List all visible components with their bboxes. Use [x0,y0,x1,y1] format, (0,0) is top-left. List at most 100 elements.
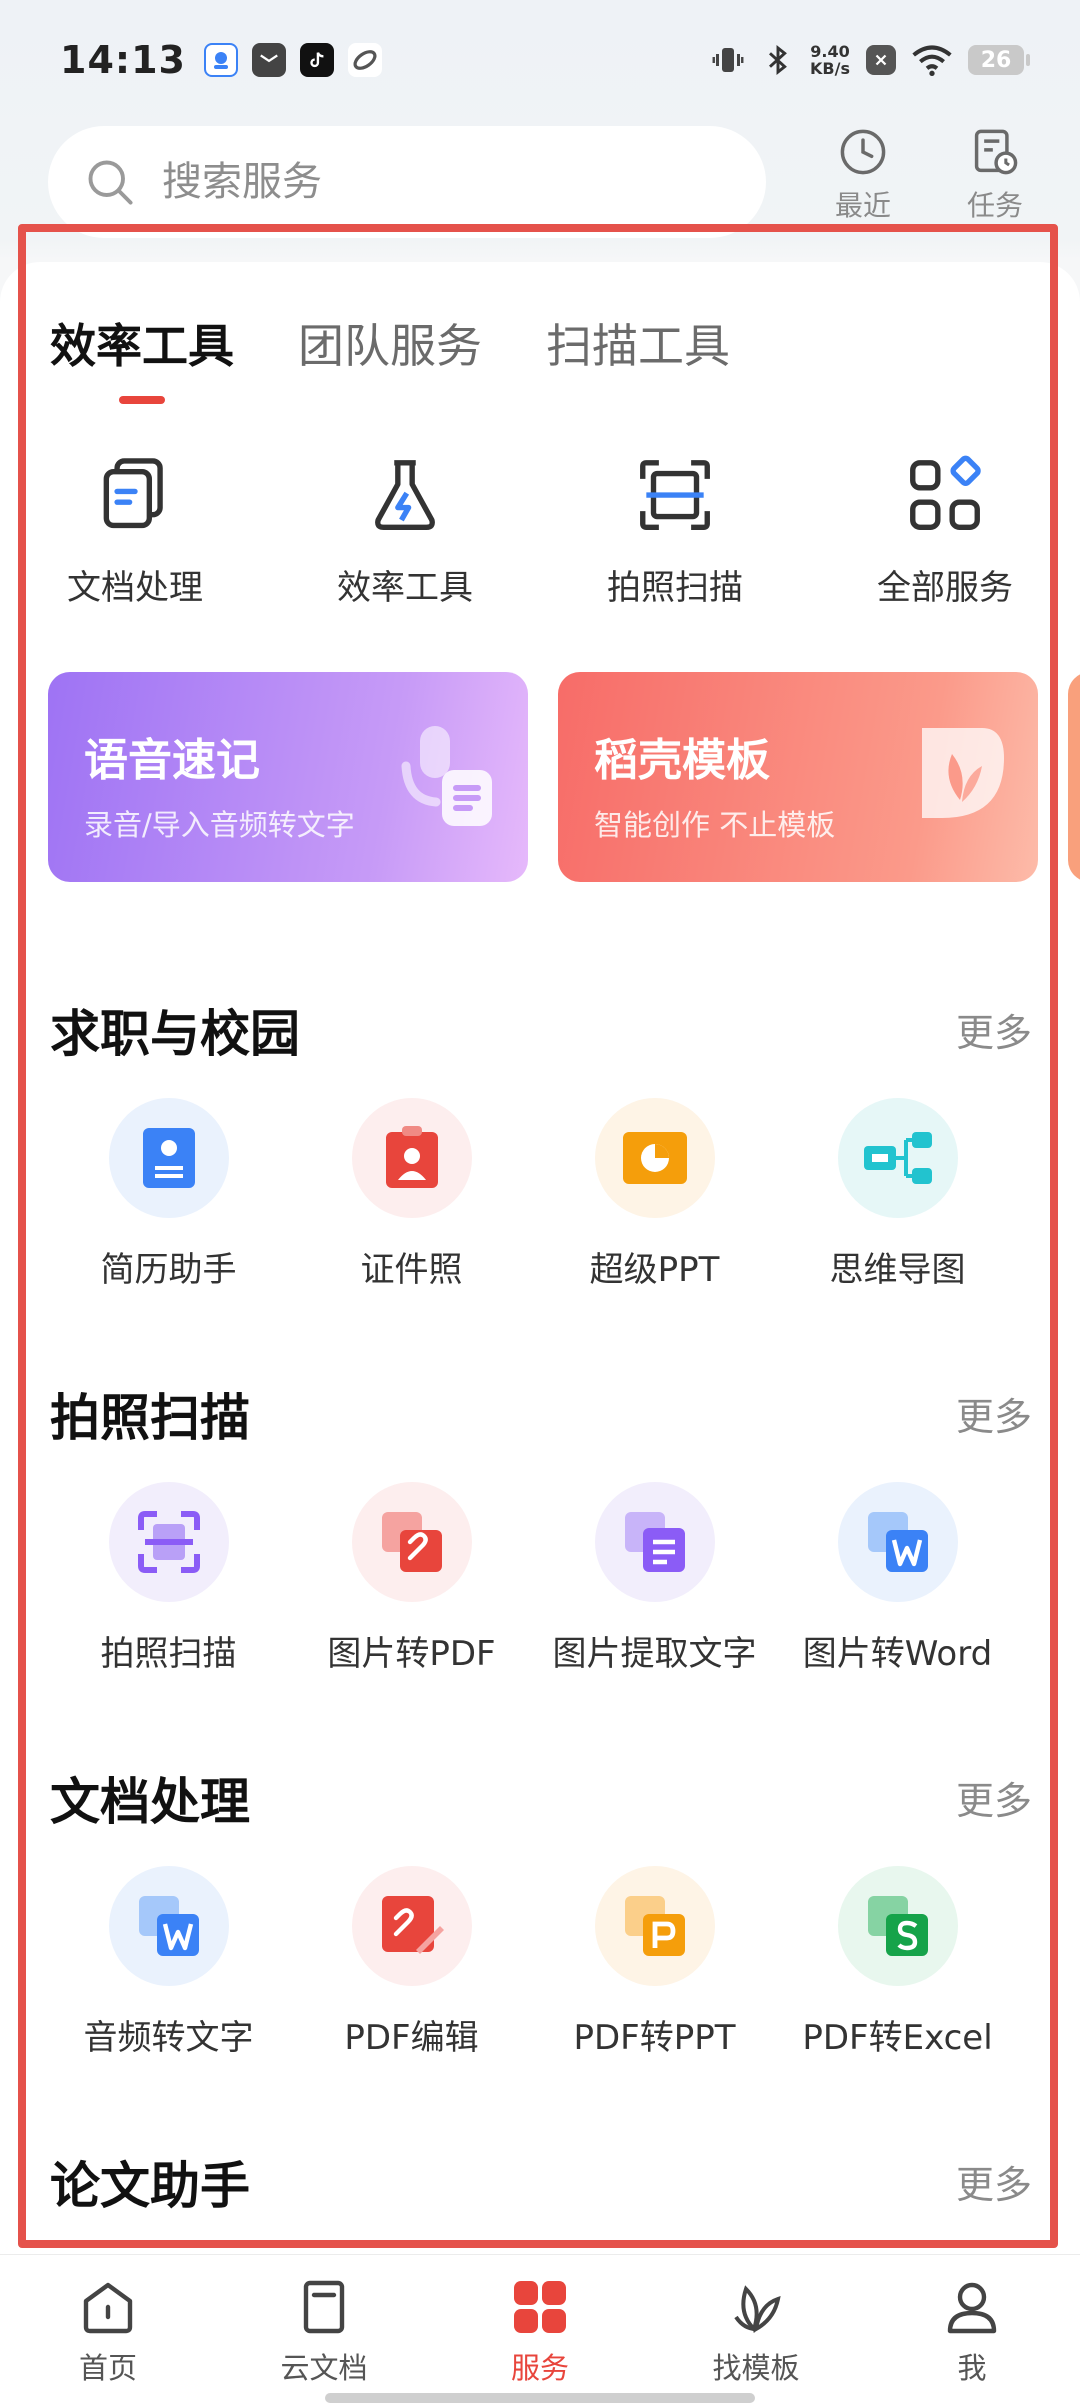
tiktok-icon [299,43,334,77]
bottom-nav: 首页 云文档 服务 找模板 我 [0,2254,1080,2408]
service-image-to-pdf[interactable]: 图片转PDF [290,1482,533,1675]
net-speed: 9.40 KB/s [810,43,850,77]
status-app-icons [203,43,382,77]
banner-docer-templates[interactable]: 稻壳模板 智能创作 不止模板 [558,672,1038,882]
net-speed-value: 9.40 [810,42,850,61]
service-pdf-to-ppt[interactable]: PDF转PPT [533,1866,776,2059]
service-row: 简历助手 证件照 超级PPT 思维导图 [0,1098,1080,1291]
quick-tool-label: 效率工具 [337,568,473,608]
nav-label: 我 [957,2351,987,2385]
task-list-icon [974,129,1018,175]
image-to-word-icon [837,1482,958,1602]
vibrate-icon [712,48,744,72]
tab-team-services[interactable]: 团队服务 [298,310,482,404]
nav-cloud-docs[interactable]: 云文档 [216,2255,432,2408]
recent-button[interactable]: 最近 [818,126,908,224]
service-label: 图片转Word [802,1634,993,1674]
pdf-to-excel-icon [837,1866,958,1986]
service-audio-to-text[interactable]: 音频转文字 [47,1866,290,2059]
service-label: 图片提取文字 [552,1634,757,1674]
image-to-pdf-icon [351,1482,472,1602]
document-stack-icon [103,458,163,529]
mindmap-icon [837,1098,958,1218]
quick-tool-label: 全部服务 [877,568,1013,608]
quick-tool-all-services[interactable]: 全部服务 [810,452,1080,609]
service-mind-map[interactable]: 思维导图 [776,1098,1019,1291]
service-id-photo[interactable]: 证件照 [290,1098,533,1291]
nav-me[interactable]: 我 [864,2255,1080,2408]
nav-home[interactable]: 首页 [0,2255,216,2408]
voice-note-icon [401,726,492,826]
category-tabs: 效率工具 团队服务 扫描工具 [50,310,730,404]
section-job-campus: 求职与校园 更多 简历助手 证件照 超级PPT 思维导图 [0,994,1080,1290]
home-icon [83,2282,133,2334]
leaf-template-icon [734,2285,781,2333]
nav-label: 首页 [78,2351,137,2385]
wifi-icon [912,45,952,76]
service-label: 思维导图 [829,1250,966,1290]
search-icon [88,160,133,205]
tasks-button[interactable]: 任务 [950,126,1040,224]
cloud-doc-icon [303,2280,345,2334]
service-label: 超级PPT [589,1250,720,1290]
pdf-edit-icon [351,1866,472,1986]
mail-icon [251,43,286,77]
section-title: 文档处理 [50,1773,250,1831]
services-panel: 效率工具 团队服务 扫描工具 文档处理 效率工具 拍照扫描 全部服务 语音速记 … [0,262,1080,2262]
service-pdf-edit[interactable]: PDF编辑 [290,1866,533,2059]
pdf-to-ppt-icon [594,1866,715,1986]
banner-next-peek[interactable] [1068,672,1080,882]
service-image-text-extract[interactable]: 图片提取文字 [533,1482,776,1675]
section-thesis-assistant: 论文助手 更多 [0,2146,1080,2216]
nav-label: 云文档 [280,2351,368,2385]
section-more-link[interactable]: 更多 [956,2154,1032,2209]
quick-tool-document[interactable]: 文档处理 [0,452,270,609]
quick-tool-label: 拍照扫描 [607,568,743,608]
nav-services[interactable]: 服务 [432,2255,648,2408]
section-title: 求职与校园 [50,1005,300,1063]
service-image-to-word[interactable]: 图片转Word [776,1482,1019,1675]
quick-tool-efficiency[interactable]: 效率工具 [270,452,540,609]
service-row: 音频转文字 PDF编辑 PDF转PPT PDF转Excel [0,1866,1080,2059]
status-indicators: 9.40 KB/s 26 [710,42,1030,78]
battery-level: 26 [980,47,1012,73]
link-app-icon [347,43,382,77]
section-more-link[interactable]: 更多 [956,1002,1032,1057]
nav-label: 服务 [510,2351,569,2385]
section-document-processing: 文档处理 更多 音频转文字 PDF编辑 PDF转PPT PDF转Excel [0,1762,1080,2058]
tab-efficiency-tools[interactable]: 效率工具 [50,310,234,404]
app-notification-icon [203,43,238,77]
bluetooth-icon [769,44,787,76]
nav-templates[interactable]: 找模板 [648,2255,864,2408]
service-photo-scan[interactable]: 拍照扫描 [47,1482,290,1675]
service-resume-assistant[interactable]: 简历助手 [47,1098,290,1291]
leaf-template-icon [922,728,1004,818]
section-title: 论文助手 [50,2157,250,2215]
close-box-icon [866,45,896,75]
services-grid-icon [514,2281,566,2333]
section-more-link[interactable]: 更多 [956,1770,1032,1825]
home-indicator [325,2393,755,2403]
service-label: 音频转文字 [83,2018,254,2058]
ppt-icon [594,1098,715,1218]
service-super-ppt[interactable]: 超级PPT [533,1098,776,1291]
search-row: 最近 任务 [0,124,1080,244]
banner-voice-notes[interactable]: 语音速记 录音/导入音频转文字 [48,672,528,882]
search-input[interactable] [162,159,682,205]
net-speed-unit: KB/s [810,59,850,78]
quick-tool-label: 文档处理 [67,568,203,608]
status-time: 14:13 [60,38,186,82]
service-label: 证件照 [360,1250,463,1290]
grid-diamond-icon [910,455,981,530]
status-bar: 14:13 9.40 KB/s 26 [0,0,1080,120]
section-title: 拍照扫描 [50,1389,250,1447]
tab-scan-tools[interactable]: 扫描工具 [546,310,730,404]
quick-tool-photo-scan[interactable]: 拍照扫描 [540,452,810,609]
scan-frame-icon [640,460,710,530]
search-box[interactable] [48,126,766,238]
service-label: PDF编辑 [344,2018,479,2058]
service-label: 拍照扫描 [100,1634,237,1674]
service-pdf-to-excel[interactable]: PDF转Excel [776,1866,1019,2059]
audio-to-text-icon [108,1866,229,1986]
section-more-link[interactable]: 更多 [956,1386,1032,1441]
